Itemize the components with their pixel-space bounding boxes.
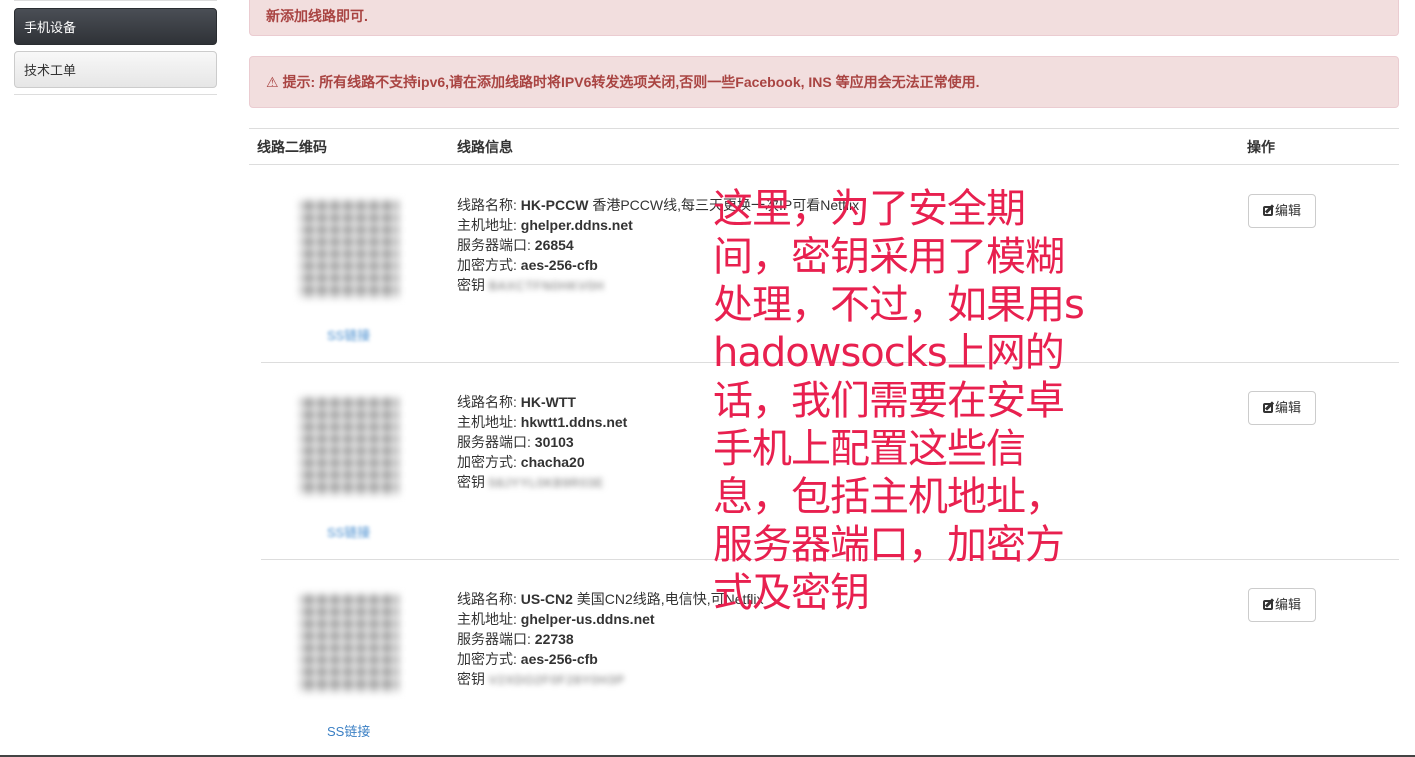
label-key: 密钥 (457, 277, 485, 293)
line-name: HK-WTT (520, 394, 576, 410)
alert-text: 所有线路不支持ipv6,请在添加线路时将IPV6转发选项关闭,否则一些Faceb… (319, 74, 980, 90)
warning-triangle-icon: ⚠ (266, 74, 279, 90)
sidebar-divider (14, 0, 217, 1)
label-port: 服务器端口: (457, 434, 531, 450)
table-header: 线路二维码 线路信息 操作 (249, 128, 1399, 165)
line-method: aes-256-cfb (520, 651, 598, 667)
qr-code (299, 593, 399, 693)
qr-code (299, 199, 399, 299)
ss-link[interactable]: SS链接 (327, 325, 370, 344)
label-port: 服务器端口: (457, 631, 531, 647)
line-key-blurred: 58JYYL0KB9R03E (488, 476, 605, 490)
label-host: 主机地址: (457, 217, 517, 233)
header-op: 操作 (1247, 139, 1275, 155)
line-key-blurred: BAXCTFN0HKV0H (488, 279, 605, 293)
line-name: HK-PCCW (520, 197, 589, 213)
edit-button[interactable]: 编辑 (1248, 391, 1316, 425)
line-name: US-CN2 (520, 591, 573, 607)
sidebar-item-mobile-devices[interactable]: 手机设备 (14, 8, 217, 45)
alert-text: 新添加线路即可. (266, 8, 368, 24)
label-name: 线路名称: (457, 394, 517, 410)
page: 手机设备 技术工单 新添加线路即可. ⚠ 提示: 所有线路不支持ipv6,请在添加… (0, 0, 1415, 757)
edit-button[interactable]: 编辑 (1248, 194, 1316, 228)
label-port: 服务器端口: (457, 237, 531, 253)
label-name: 线路名称: (457, 197, 517, 213)
ss-link[interactable]: SS链接 (327, 522, 370, 541)
label-key: 密钥 (457, 671, 485, 687)
qr-code (299, 396, 399, 496)
edit-label: 编辑 (1274, 400, 1301, 415)
label-method: 加密方式: (457, 651, 517, 667)
alert-info: 新添加线路即可. (249, 0, 1399, 36)
line-host: hkwtt1.ddns.net (520, 414, 628, 430)
sidebar-divider (14, 94, 217, 95)
edit-icon (1262, 403, 1273, 413)
header-info: 线路信息 (457, 139, 513, 155)
label-host: 主机地址: (457, 611, 517, 627)
line-port: 26854 (534, 237, 574, 253)
alert-warning: ⚠ 提示: 所有线路不支持ipv6,请在添加线路时将IPV6转发选项关闭,否则一些… (249, 56, 1399, 108)
label-method: 加密方式: (457, 257, 517, 273)
edit-button[interactable]: 编辑 (1248, 588, 1316, 622)
sidebar-item-tech-tickets[interactable]: 技术工单 (14, 51, 217, 88)
label-key: 密钥 (457, 474, 485, 490)
line-method: aes-256-cfb (520, 257, 598, 273)
line-key-blurred: V2XDO2F0F28Y0H3P (488, 673, 625, 687)
label-host: 主机地址: (457, 414, 517, 430)
edit-icon (1262, 206, 1273, 216)
label-name: 线路名称: (457, 591, 517, 607)
line-host: ghelper-us.ddns.net (520, 611, 655, 627)
line-port: 22738 (534, 631, 574, 647)
line-method: chacha20 (520, 454, 585, 470)
label-method: 加密方式: (457, 454, 517, 470)
line-info: 线路名称: HK-WTT 主机地址: hkwtt1.ddns.net 服务器端口… (457, 392, 627, 493)
line-host: ghelper.ddns.net (520, 217, 633, 233)
edit-label: 编辑 (1274, 597, 1301, 612)
sidebar: 手机设备 技术工单 (0, 0, 235, 757)
header-qr: 线路二维码 (257, 139, 327, 155)
alert-prefix: 提示: (282, 74, 316, 90)
edit-label: 编辑 (1274, 203, 1301, 218)
edit-icon (1262, 600, 1273, 610)
ss-link[interactable]: SS链接 (327, 721, 370, 740)
annotation-overlay: 这里，为了安全期间，密钥采用了模糊处理，不过，如果用shadowsocks上网的… (713, 186, 1085, 616)
line-port: 30103 (534, 434, 574, 450)
